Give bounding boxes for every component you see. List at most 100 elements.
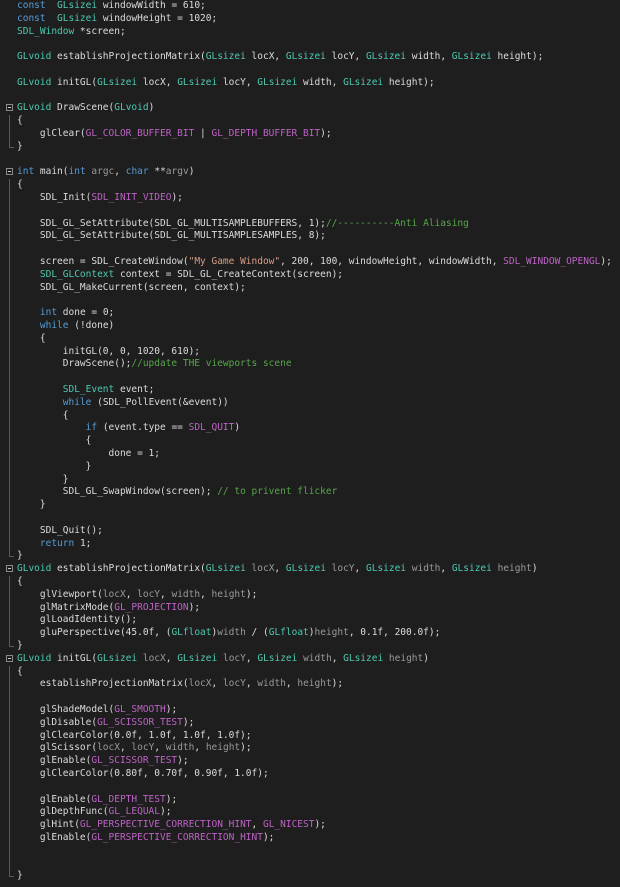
- code-line[interactable]: {: [0, 435, 620, 448]
- code-line[interactable]: {: [0, 576, 620, 589]
- code-token: GLsizei: [365, 563, 407, 575]
- code-line[interactable]: {: [0, 115, 620, 128]
- code-line[interactable]: GLvoid initGL(GLsizei locX, GLsizei locY…: [0, 77, 620, 90]
- code-line[interactable]: [0, 243, 620, 256]
- outline-guide: [9, 857, 10, 871]
- gutter: [0, 832, 17, 845]
- code-line[interactable]: [0, 371, 620, 384]
- collapse-icon[interactable]: [6, 168, 13, 176]
- code-line[interactable]: if (event.type == SDL_QUIT): [0, 422, 620, 436]
- code-line[interactable]: while (SDL_PollEvent(&event)): [0, 396, 620, 410]
- code-line[interactable]: SDL_GL_MakeCurrent(screen, context);: [0, 281, 620, 295]
- code-editor[interactable]: const GLsizei windowWidth = 610; const GL…: [0, 0, 620, 887]
- code-line[interactable]: SDL_Window *screen;: [0, 26, 620, 39]
- code-line[interactable]: glClearColor(0.80f, 0.70f, 0.90f, 1.0f);: [0, 768, 620, 781]
- code-line[interactable]: int done = 0;: [0, 307, 620, 320]
- collapse-icon[interactable]: [6, 654, 13, 662]
- code-line[interactable]: glEnable(GL_SCISSOR_TEST);: [0, 755, 620, 768]
- code-line[interactable]: }: [0, 460, 620, 474]
- code-token: ,: [200, 588, 212, 600]
- code-line[interactable]: }: [0, 870, 620, 883]
- code-line[interactable]: [0, 844, 620, 858]
- code-line[interactable]: SDL_GL_SetAttribute(SDL_GL_MULTISAMPLEBU…: [0, 217, 620, 231]
- code-line[interactable]: glScissor(locX, locY, width, height);: [0, 742, 620, 756]
- code-line[interactable]: const GLsizei windowHeight = 1020;: [0, 13, 620, 26]
- code-line[interactable]: GLvoid establishProjectionMatrix(GLsizei…: [0, 563, 620, 576]
- code-line[interactable]: establishProjectionMatrix(locX, locY, wi…: [0, 678, 620, 692]
- code-text: SDL_GL_MakeCurrent(screen, context);: [17, 282, 246, 295]
- code-token: ): [531, 563, 538, 575]
- code-line[interactable]: GLvoid DrawScene(GLvoid): [0, 102, 620, 115]
- code-line[interactable]: glEnable(GL_PERSPECTIVE_CORRECTION_HINT)…: [0, 832, 620, 845]
- gutter: [0, 64, 17, 77]
- code-text: {: [17, 115, 23, 128]
- collapse-icon[interactable]: [6, 104, 13, 112]
- gutter: [0, 563, 17, 576]
- gutter: [0, 665, 17, 679]
- code-line[interactable]: SDL_Event event;: [0, 384, 620, 397]
- code-line[interactable]: done = 1;: [0, 448, 620, 461]
- code-line[interactable]: [0, 90, 620, 103]
- code-line[interactable]: const GLsizei windowWidth = 610;: [0, 0, 620, 13]
- code-token: glEnable(: [17, 793, 92, 805]
- code-line[interactable]: {: [0, 179, 620, 192]
- code-line[interactable]: }: [0, 140, 620, 154]
- code-line[interactable]: }: [0, 640, 620, 653]
- code-line[interactable]: [0, 38, 620, 51]
- outline-guide: [9, 358, 10, 372]
- code-line[interactable]: SDL_GL_SetAttribute(SDL_GL_MULTISAMPLESA…: [0, 230, 620, 244]
- code-line[interactable]: [0, 294, 620, 308]
- code-text: screen = SDL_CreateWindow("My Game Windo…: [17, 256, 612, 269]
- code-line[interactable]: {: [0, 332, 620, 346]
- code-token: GLfloat: [171, 627, 212, 639]
- code-line[interactable]: gluPerspective(45.0f, (GLfloat)width / (…: [0, 627, 620, 640]
- code-line[interactable]: {: [0, 409, 620, 423]
- code-line[interactable]: [0, 154, 620, 167]
- code-line[interactable]: [0, 857, 620, 871]
- code-line[interactable]: glEnable(GL_DEPTH_TEST);: [0, 793, 620, 807]
- code-line[interactable]: glViewport(locX, locY, width, height);: [0, 588, 620, 602]
- code-line[interactable]: [0, 691, 620, 704]
- code-line[interactable]: [0, 512, 620, 525]
- code-line[interactable]: glDepthFunc(GL_LEQUAL);: [0, 806, 620, 820]
- code-line[interactable]: }: [0, 550, 620, 563]
- code-line[interactable]: GLvoid initGL(GLsizei locX, GLsizei locY…: [0, 653, 620, 666]
- code-line[interactable]: glDisable(GL_SCISSOR_TEST);: [0, 716, 620, 730]
- code-line[interactable]: {: [0, 665, 620, 679]
- code-line[interactable]: initGL(0, 0, 1020, 610);: [0, 345, 620, 359]
- code-line[interactable]: glClear(GL_COLOR_BUFFER_BIT | GL_DEPTH_B…: [0, 128, 620, 141]
- code-text: }: [17, 461, 92, 474]
- code-line[interactable]: GLvoid establishProjectionMatrix(GLsizei…: [0, 51, 620, 64]
- collapse-icon[interactable]: [6, 565, 13, 573]
- code-line[interactable]: SDL_GL_SwapWindow(screen); // to privent…: [0, 486, 620, 500]
- code-line[interactable]: }: [0, 473, 620, 487]
- code-line[interactable]: glMatrixMode(GL_PROJECTION);: [0, 601, 620, 615]
- code-line[interactable]: glClearColor(0.0f, 1.0f, 1.0f, 1.0f);: [0, 729, 620, 743]
- code-line[interactable]: return 1;: [0, 537, 620, 551]
- code-token: glViewport(: [17, 588, 103, 600]
- code-line[interactable]: SDL_Quit();: [0, 524, 620, 538]
- code-line[interactable]: [0, 780, 620, 794]
- code-token: int: [17, 166, 35, 178]
- code-line[interactable]: glShadeModel(GL_SMOOTH);: [0, 704, 620, 717]
- gutter: [0, 281, 17, 295]
- code-token: GLsizei: [205, 51, 246, 63]
- code-text: int done = 0;: [17, 307, 114, 320]
- code-token: width: [297, 652, 332, 664]
- code-line[interactable]: [0, 64, 620, 77]
- gutter: [0, 102, 17, 115]
- gutter: [0, 716, 17, 730]
- code-token: glHint(: [17, 819, 80, 831]
- code-line[interactable]: SDL_GLContext context = SDL_GL_CreateCon…: [0, 268, 620, 282]
- code-line[interactable]: [0, 204, 620, 218]
- code-line[interactable]: int main(int argc, char **argv): [0, 166, 620, 179]
- code-token: GLvoid: [17, 51, 52, 63]
- code-line[interactable]: while (!done): [0, 320, 620, 333]
- code-text: {: [17, 179, 23, 192]
- code-line[interactable]: DrawScene();//update THE viewports scene: [0, 358, 620, 372]
- code-line[interactable]: screen = SDL_CreateWindow("My Game Windo…: [0, 256, 620, 269]
- code-line[interactable]: glLoadIdentity();: [0, 614, 620, 628]
- code-line[interactable]: glHint(GL_PERSPECTIVE_CORRECTION_HINT, G…: [0, 819, 620, 832]
- code-line[interactable]: }: [0, 499, 620, 512]
- code-line[interactable]: SDL_Init(SDL_INIT_VIDEO);: [0, 192, 620, 205]
